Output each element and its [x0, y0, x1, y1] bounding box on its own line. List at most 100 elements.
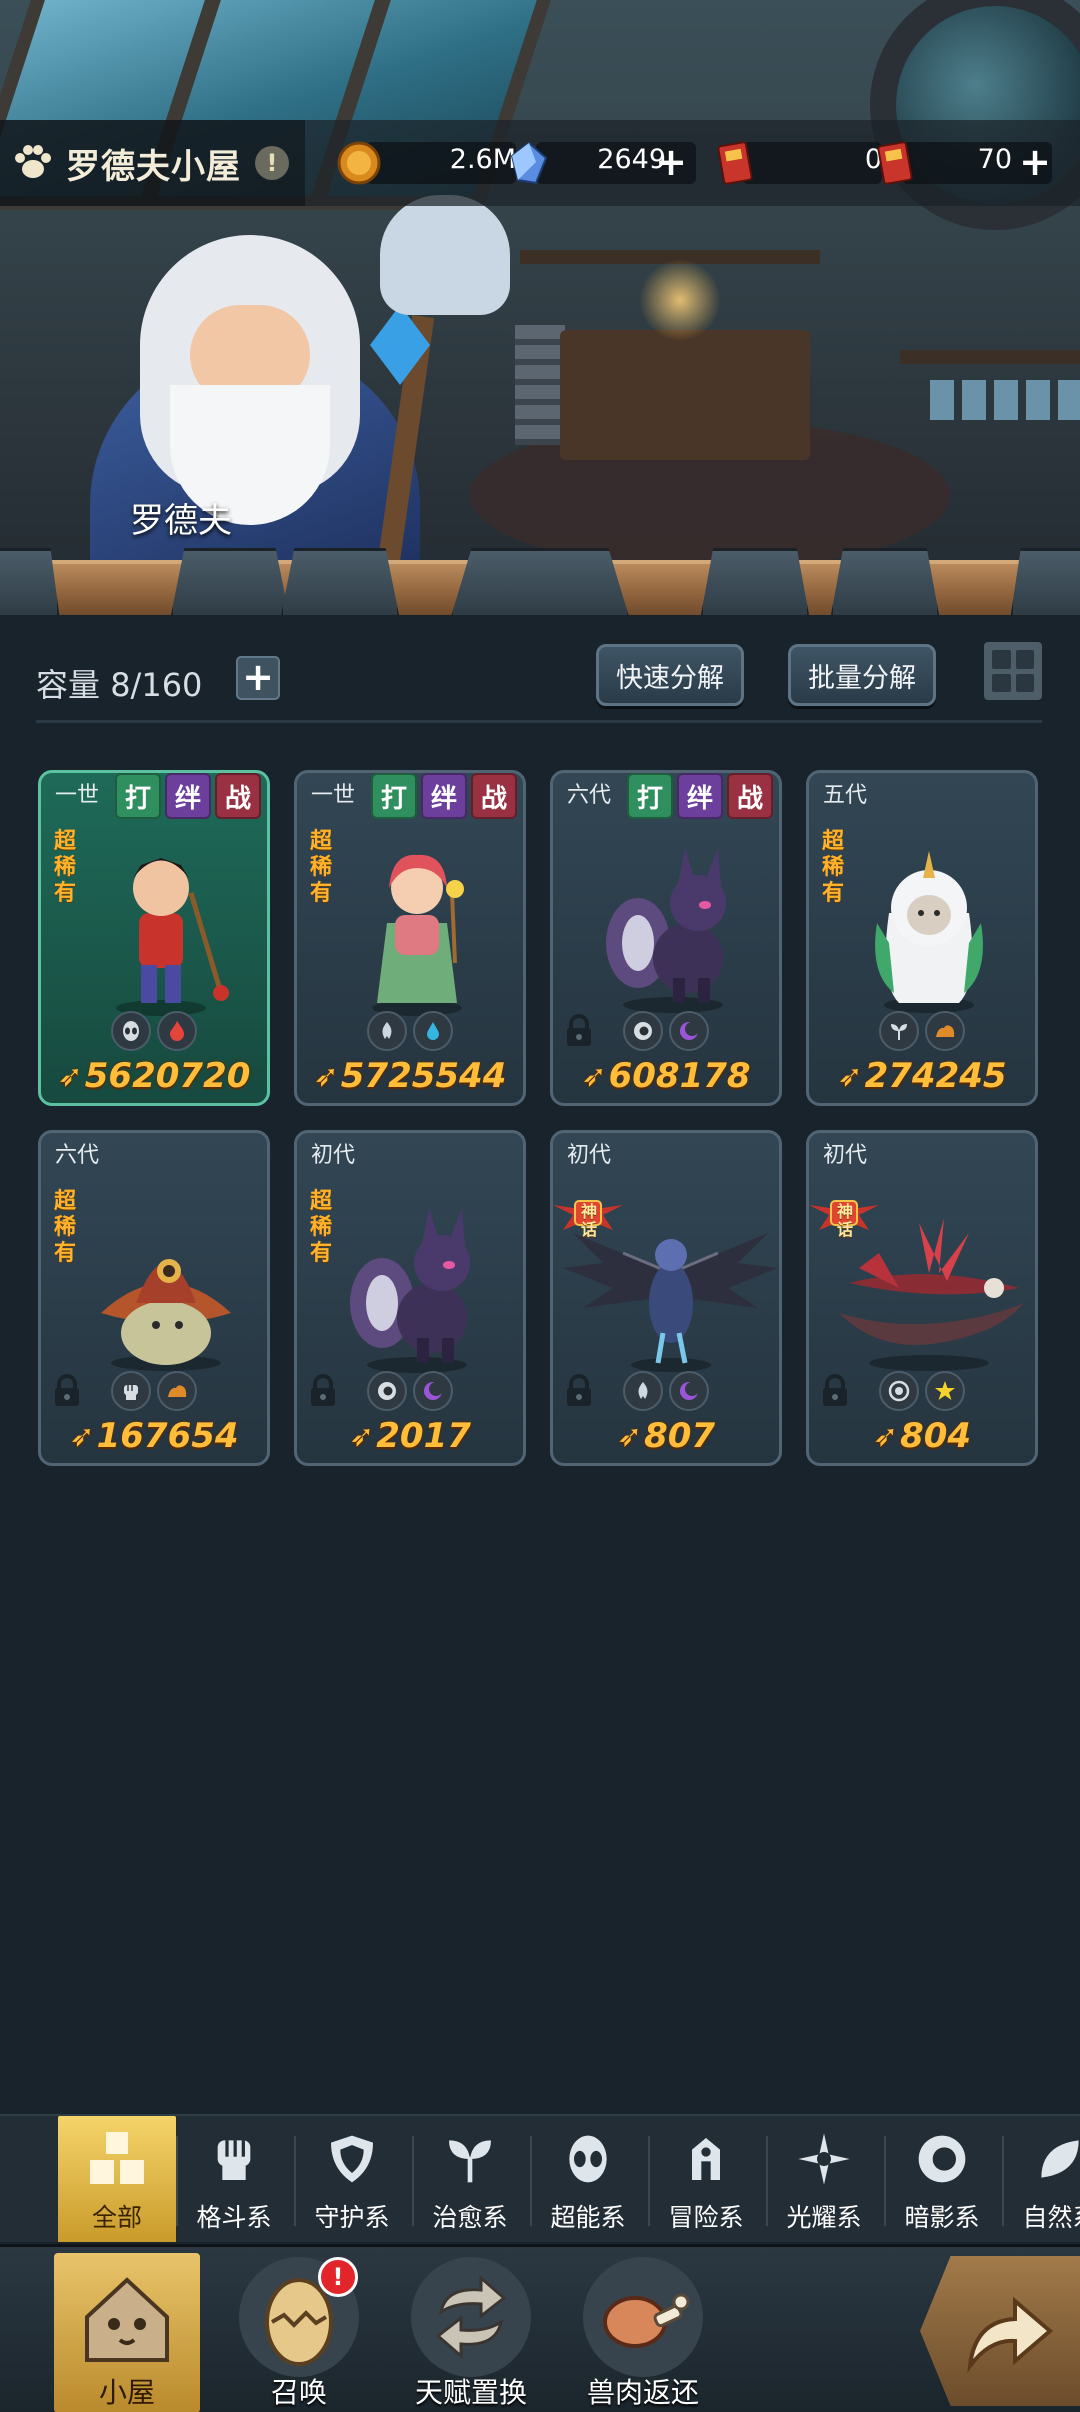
- nav-talent-swap[interactable]: 天赋置换: [398, 2253, 544, 2412]
- red-card-icon: [717, 141, 753, 185]
- fire-icon: [157, 1011, 197, 1051]
- sprout-icon: [435, 2124, 505, 2194]
- tab-psychic[interactable]: 超能系: [529, 2116, 647, 2242]
- tab-all[interactable]: 全部: [58, 2116, 176, 2242]
- capacity-label: 容量 8/160: [36, 666, 203, 704]
- lock-icon[interactable]: [51, 1373, 83, 1409]
- creature-portrait: [606, 848, 726, 1013]
- creature-portrait: [875, 851, 983, 1013]
- pet-card[interactable]: 六代 超稀有 ➶ 167654: [38, 1130, 270, 1466]
- pet-card[interactable]: 初代 神话 ➶ 804: [806, 1130, 1038, 1466]
- tag-bond: 绊: [677, 773, 723, 819]
- tab-nature[interactable]: 自然系: [1001, 2116, 1080, 2242]
- npc-name: 罗德夫: [130, 501, 232, 541]
- tag-battle: 战: [471, 773, 517, 819]
- tag-battle: 战: [215, 773, 261, 819]
- tag-fight: 打: [627, 773, 673, 819]
- potion-jars: [930, 380, 1080, 420]
- power-value: ➶ 804: [872, 1416, 972, 1456]
- pet-card[interactable]: 一世 打 绊 战 超稀有 ➶ 5725544: [294, 770, 526, 1106]
- blocks-icon: [82, 2124, 152, 2194]
- power-icon: ➶: [57, 1058, 83, 1094]
- tab-adventure[interactable]: 冒险系: [647, 2116, 765, 2242]
- cabin-scene: 罗德夫: [0, 0, 1080, 615]
- swap-arrows-icon: [411, 2257, 531, 2377]
- creature-portrait: [101, 1259, 231, 1371]
- element-icons: [879, 1011, 965, 1051]
- tag-fight: 打: [371, 773, 417, 819]
- moon-icon: [669, 1371, 709, 1411]
- batch-decompose-button[interactable]: 批量分解: [788, 644, 936, 706]
- lock-icon[interactable]: [563, 1013, 595, 1049]
- red-card-icon: [877, 141, 913, 185]
- generation-label: 一世: [55, 783, 100, 808]
- element-icons: [111, 1371, 197, 1411]
- creature-portrait: [372, 854, 464, 1016]
- tag-group: 打 绊 战: [371, 773, 517, 819]
- share-arrow-icon[interactable]: [920, 2256, 1080, 2406]
- location-title: 罗德夫小屋 !: [0, 120, 305, 206]
- tower-icon: [671, 2124, 741, 2194]
- power-icon: ➶: [349, 1418, 375, 1454]
- npc-rodef[interactable]: [60, 195, 510, 615]
- tab-healing[interactable]: 治愈系: [411, 2116, 529, 2242]
- lock-icon[interactable]: [307, 1373, 339, 1409]
- fist-icon: [199, 2124, 269, 2194]
- eye-icon: [367, 1371, 407, 1411]
- quick-decompose-button[interactable]: 快速分解: [596, 644, 744, 706]
- power-icon: ➶: [69, 1418, 95, 1454]
- grid-view-icon[interactable]: [984, 642, 1042, 700]
- element-icons: [623, 1011, 709, 1051]
- generation-label: 初代: [823, 1143, 868, 1168]
- element-icons: [111, 1011, 197, 1051]
- eye-icon: [623, 1011, 663, 1051]
- pet-card[interactable]: 六代 打 绊 战 ➶ 608178: [550, 770, 782, 1106]
- target-icon: [879, 1371, 919, 1411]
- alert-badge: !: [318, 2257, 358, 2297]
- crystal-value: 2649: [597, 144, 666, 175]
- shelf: [900, 350, 1080, 364]
- eye-icon: [907, 2124, 977, 2194]
- pet-card[interactable]: 五代 超稀有 ➶ 274245: [806, 770, 1038, 1106]
- power-icon: ➶: [872, 1418, 899, 1454]
- element-icons: [879, 1371, 965, 1411]
- paw-icon: [10, 140, 56, 186]
- exclamation-icon[interactable]: !: [255, 146, 289, 180]
- gold-coin-icon: [337, 141, 381, 185]
- fist-icon: [111, 1371, 151, 1411]
- tab-fighting[interactable]: 格斗系: [175, 2116, 293, 2242]
- creature-portrait: [839, 1218, 1024, 1371]
- expand-capacity-button[interactable]: +: [236, 656, 280, 700]
- lock-icon[interactable]: [819, 1373, 851, 1409]
- power-value: ➶ 807: [616, 1416, 716, 1456]
- sparkle-icon: [789, 2124, 859, 2194]
- add-ticket-button[interactable]: +: [1016, 143, 1054, 182]
- tab-radiant[interactable]: 光耀系: [765, 2116, 883, 2242]
- tab-guardian[interactable]: 守护系: [293, 2116, 411, 2242]
- ticket-b-value: 70: [977, 144, 1012, 175]
- resource-crystal: 2649 +: [506, 138, 696, 188]
- star-icon: [925, 1371, 965, 1411]
- lock-icon[interactable]: [563, 1373, 595, 1409]
- crystal-icon: [510, 141, 548, 185]
- sprout-icon: [879, 1011, 919, 1051]
- leaf-flame-icon: [367, 1011, 407, 1051]
- alien-icon: [553, 2124, 623, 2194]
- house-icon: [67, 2257, 187, 2377]
- power-icon: ➶: [313, 1058, 339, 1094]
- power-value: ➶ 2017: [349, 1416, 471, 1456]
- nav-cabin[interactable]: 小屋: [54, 2253, 200, 2412]
- nav-summon[interactable]: 召唤 !: [226, 2253, 372, 2412]
- bottom-nav: 小屋 召唤 ! 天赋置换 兽肉返还: [0, 2244, 1080, 2412]
- leaf-flame-icon: [623, 1371, 663, 1411]
- shield-icon: [317, 2124, 387, 2194]
- element-icons: [367, 1011, 453, 1051]
- power-icon: ➶: [837, 1058, 863, 1094]
- nav-meat-refund[interactable]: 兽肉返还: [570, 2253, 716, 2412]
- pet-card[interactable]: 一世 打 绊 战 超稀有 ➶ 5620720: [38, 770, 270, 1106]
- tab-shadow[interactable]: 暗影系: [883, 2116, 1001, 2242]
- pet-card[interactable]: 初代 超稀有 ➶ 2017: [294, 1130, 526, 1466]
- add-crystal-button[interactable]: +: [652, 143, 690, 182]
- pet-card[interactable]: 初代 神话 ➶ 807: [550, 1130, 782, 1466]
- creature-portrait: [350, 1208, 470, 1373]
